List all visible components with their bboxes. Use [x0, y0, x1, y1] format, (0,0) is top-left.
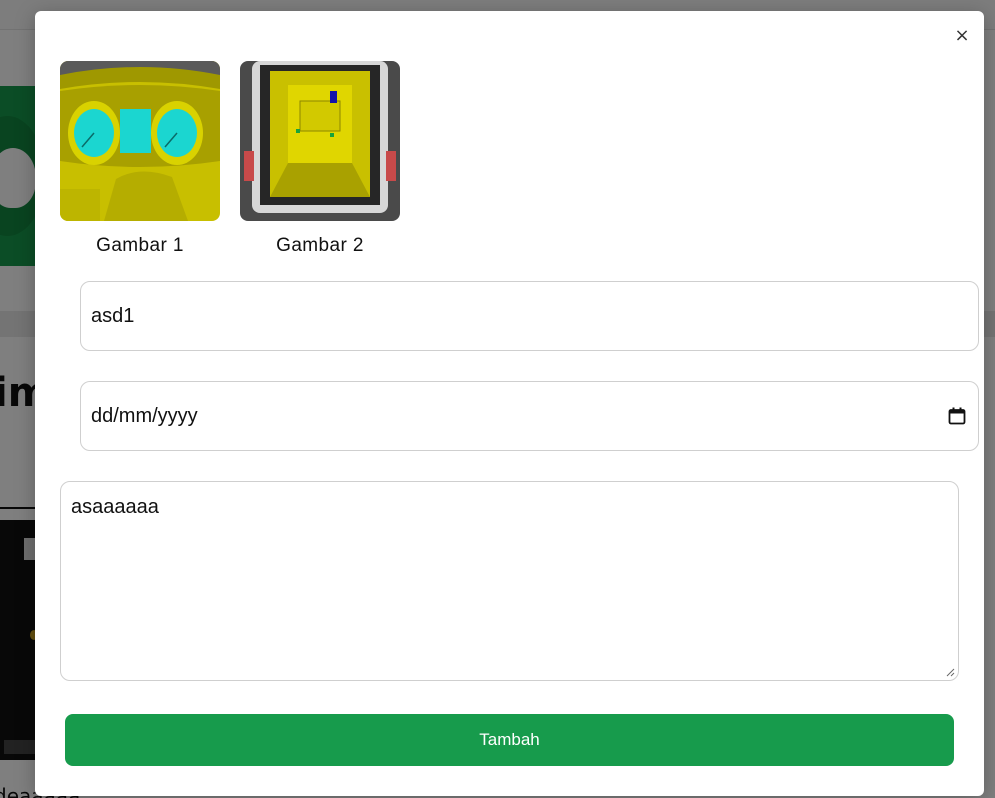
add-entry-modal: × Gambar 1 Gambar 2 asd1 dd/mm/yyyy asaa…: [35, 11, 984, 796]
calendar-icon[interactable]: [948, 407, 966, 425]
resize-handle-icon[interactable]: [945, 667, 955, 677]
image-caption-1: Gambar 1: [96, 235, 184, 256]
description-text: asaaaaaa: [71, 496, 159, 518]
name-input[interactable]: asd1: [80, 281, 979, 351]
car-dashboard-image: [60, 61, 220, 221]
image-caption-2: Gambar 2: [276, 235, 364, 256]
close-button[interactable]: ×: [951, 25, 973, 47]
image-item-2[interactable]: Gambar 2: [240, 61, 400, 257]
add-button[interactable]: Tambah: [65, 714, 954, 766]
date-input[interactable]: dd/mm/yyyy: [80, 381, 979, 451]
date-placeholder: dd/mm/yyyy: [91, 405, 198, 427]
image-item-1[interactable]: Gambar 1: [60, 61, 220, 257]
van-interior-image: [240, 61, 400, 221]
description-textarea[interactable]: asaaaaaa: [60, 481, 959, 681]
